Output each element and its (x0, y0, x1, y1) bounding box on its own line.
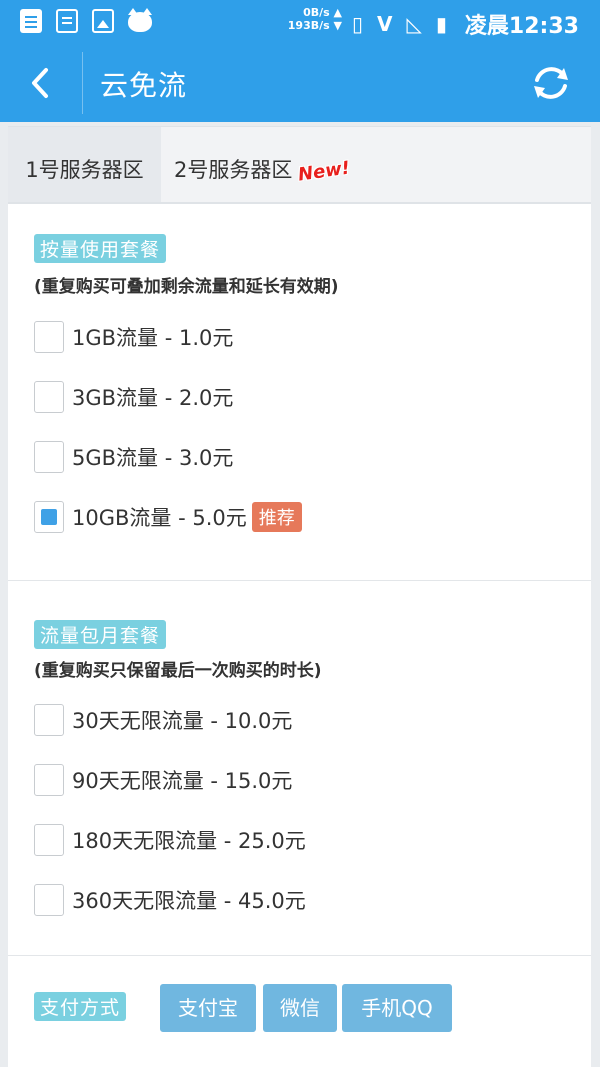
notification-icons (20, 8, 152, 33)
message-icon (20, 9, 42, 33)
checkbox[interactable] (34, 764, 64, 796)
system-icons: ▯ V ◺ ▮ 凌晨12:33 (352, 8, 579, 40)
monthly-plans-note: (重复购买只保留最后一次购买的时长) (34, 661, 322, 681)
net-up: 0B/s (303, 6, 330, 19)
back-button[interactable] (18, 60, 64, 106)
option-label: 90天无限流量 - 15.0元 (72, 769, 293, 793)
back-arrow-icon (32, 68, 48, 98)
option-label: 3GB流量 - 2.0元 (72, 386, 234, 410)
option-label: 10GB流量 - 5.0元 (72, 506, 247, 530)
recommend-badge: 推荐 (251, 502, 302, 532)
pay-qq-button[interactable]: 手机QQ (342, 984, 452, 1032)
new-badge: New! (297, 157, 352, 186)
checkbox[interactable] (34, 381, 64, 413)
checkbox[interactable] (34, 441, 64, 473)
tab-label: 1号服务器区 (25, 158, 144, 182)
option-label: 180天无限流量 - 25.0元 (72, 829, 306, 853)
server-tabs: 1号服务器区 2号服务器区 New! (8, 126, 591, 204)
payment-row: 支付方式 支付宝 微信 手机QQ (8, 974, 591, 1044)
usage-plans-note: (重复购买可叠加剩余流量和延长有效期) (34, 277, 339, 297)
checkbox[interactable] (34, 884, 64, 916)
checkbox-checked[interactable] (34, 501, 64, 533)
refresh-icon (534, 67, 568, 99)
option-label: 1GB流量 - 1.0元 (72, 326, 234, 350)
pay-wechat-button[interactable]: 微信 (263, 984, 337, 1032)
pay-alipay-button[interactable]: 支付宝 (160, 984, 256, 1032)
checkbox[interactable] (34, 824, 64, 856)
tab-label: 2号服务器区 (174, 158, 293, 182)
payment-tag: 支付方式 (34, 992, 127, 1021)
document-icon (56, 9, 78, 33)
image-icon (92, 9, 114, 33)
usage-plans-tag: 按量使用套餐 (34, 234, 167, 263)
app-bar: 云免流 (0, 44, 600, 122)
checkbox[interactable] (34, 704, 64, 736)
option-label: 30天无限流量 - 10.0元 (72, 709, 293, 733)
checkbox[interactable] (34, 321, 64, 353)
vibrate-icon: ▯ (352, 12, 364, 36)
tab-server-2[interactable]: 2号服务器区 New! (161, 127, 591, 202)
plan-option-30d[interactable]: 30天无限流量 - 10.0元 (34, 700, 292, 740)
tab-server-1[interactable]: 1号服务器区 (8, 127, 161, 202)
option-label: 360天无限流量 - 45.0元 (72, 889, 306, 913)
network-speed: 0B/s ▲ 193B/s ▼ (287, 6, 342, 32)
refresh-button[interactable] (526, 58, 576, 108)
plan-option-1gb[interactable]: 1GB流量 - 1.0元 (34, 317, 233, 357)
plan-option-90d[interactable]: 90天无限流量 - 15.0元 (34, 760, 292, 800)
plan-option-360d[interactable]: 360天无限流量 - 45.0元 (34, 880, 306, 920)
section-divider (8, 580, 591, 581)
page-title: 云免流 (100, 69, 188, 102)
clock: 凌晨12:33 (464, 14, 579, 39)
option-label: 5GB流量 - 3.0元 (72, 446, 234, 470)
status-bar: 0B/s ▲ 193B/s ▼ ▯ V ◺ ▮ 凌晨12:33 (0, 0, 600, 44)
monthly-plans-tag: 流量包月套餐 (34, 620, 167, 649)
appbar-divider (82, 52, 83, 114)
vpn-icon: V (377, 12, 393, 36)
plan-option-3gb[interactable]: 3GB流量 - 2.0元 (34, 377, 233, 417)
plan-option-180d[interactable]: 180天无限流量 - 25.0元 (34, 820, 306, 860)
content-card: 1号服务器区 2号服务器区 New! 按量使用套餐 (重复购买可叠加剩余流量和延长… (8, 126, 591, 1067)
cat-app-icon (128, 8, 152, 32)
net-down: 193B/s (287, 19, 330, 32)
section-divider (8, 955, 591, 956)
plan-option-5gb[interactable]: 5GB流量 - 3.0元 (34, 437, 233, 477)
plan-option-10gb[interactable]: 10GB流量 - 5.0元 推荐 (34, 497, 302, 537)
battery-icon: ▮ (435, 12, 447, 36)
signal-icon: ◺ (406, 12, 422, 36)
